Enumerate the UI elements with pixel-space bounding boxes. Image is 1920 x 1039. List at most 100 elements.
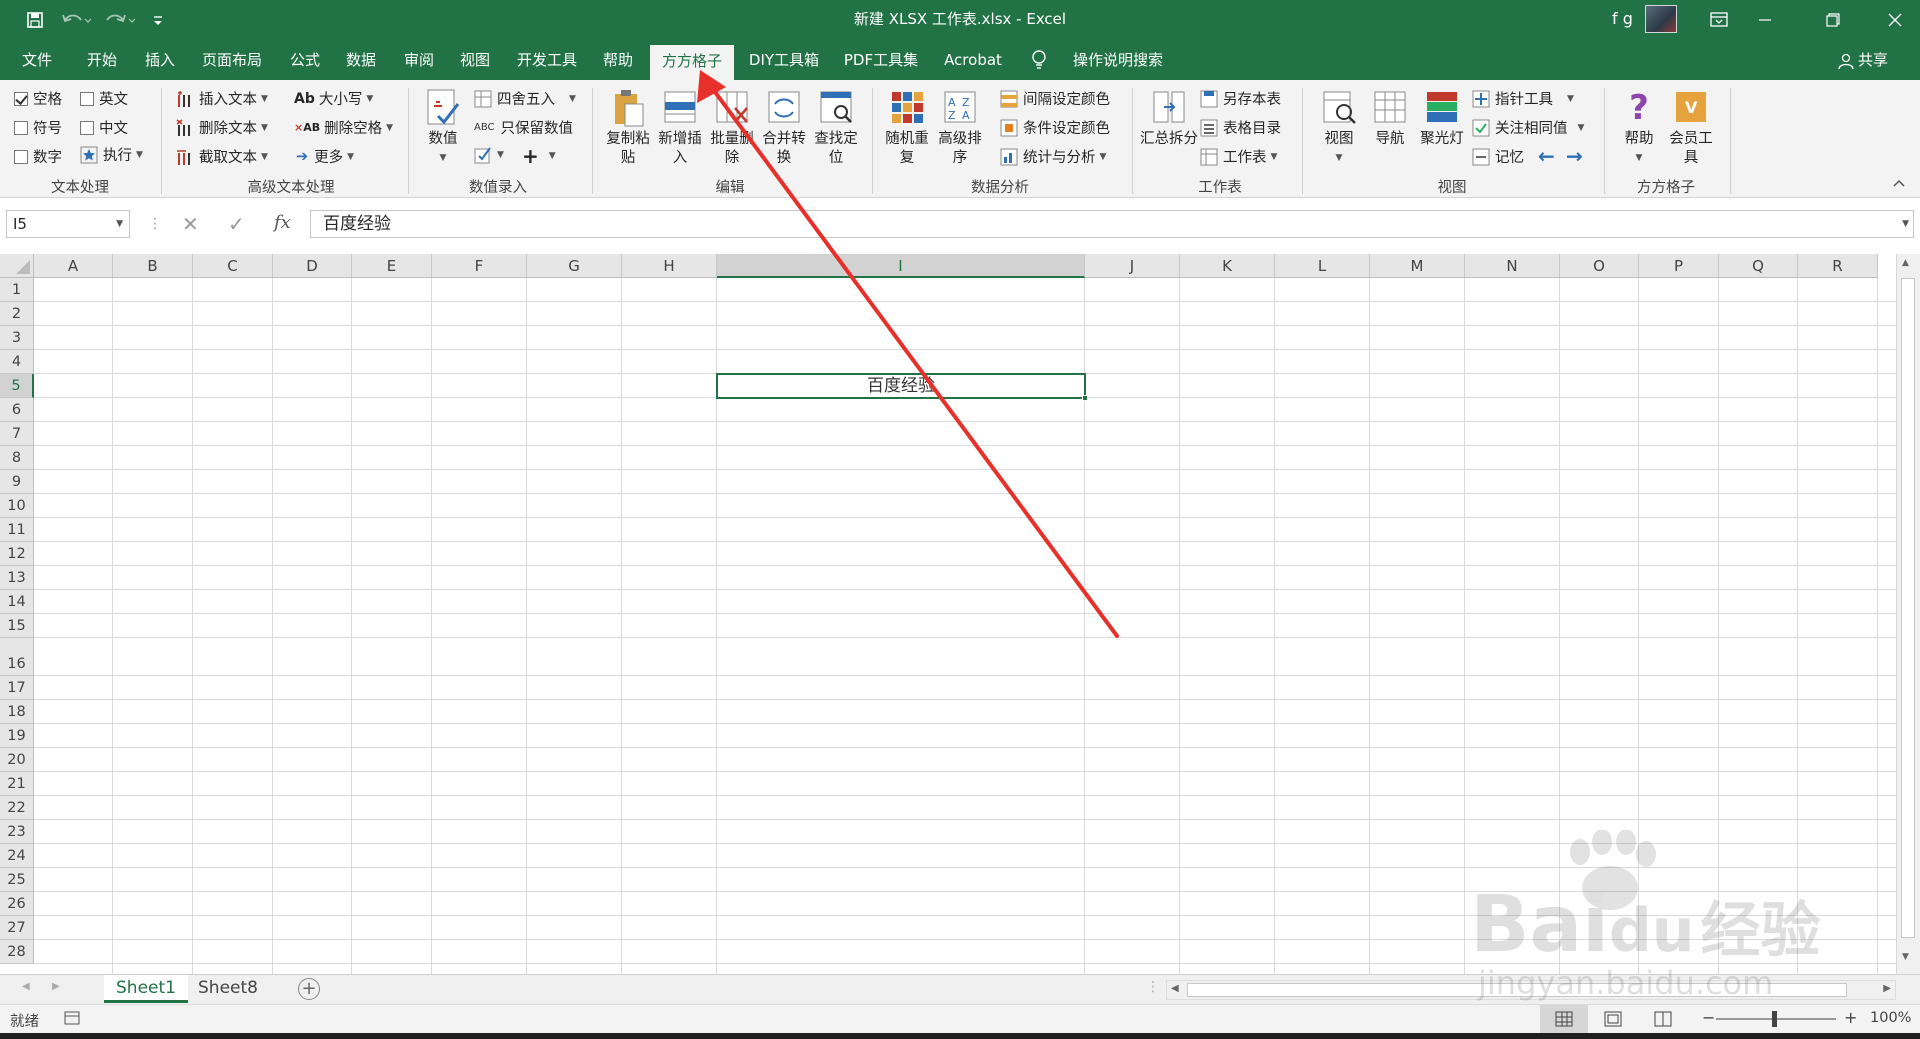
row-header-25[interactable]: 25 bbox=[0, 868, 34, 892]
ribbon-display-options-icon[interactable] bbox=[1696, 0, 1742, 40]
condition-color-button[interactable]: 条件设定颜色 bbox=[1000, 117, 1110, 138]
execute-button[interactable]: 执行 ▼ bbox=[80, 144, 143, 165]
fill-handle[interactable] bbox=[1082, 395, 1088, 401]
close-icon[interactable] bbox=[1872, 0, 1918, 40]
stats-analysis-button[interactable]: 统计与分析 ▼ bbox=[1000, 146, 1106, 167]
tab-review[interactable]: 审阅 bbox=[394, 40, 444, 80]
enter-icon[interactable]: ✓ bbox=[228, 212, 245, 236]
scroll-down-icon[interactable]: ▼ bbox=[1902, 952, 1909, 962]
scroll-thumb[interactable] bbox=[1901, 278, 1915, 938]
select-all-corner[interactable] bbox=[0, 254, 34, 278]
horizontal-scrollbar[interactable]: ◀ ▶ bbox=[1166, 980, 1896, 1000]
tab-insert[interactable]: 插入 bbox=[134, 40, 186, 80]
lightbulb-icon[interactable] bbox=[1030, 40, 1050, 80]
tab-data[interactable]: 数据 bbox=[336, 40, 386, 80]
round-button[interactable]: 四舍五入 ▼ bbox=[474, 88, 576, 109]
row-header-8[interactable]: 8 bbox=[0, 446, 34, 470]
spreadsheet-grid[interactable]: ABCDEFGHIJKLMNOPQR 1 2 3 4 5 6 7 8 9 10 11 12 13 14 15… bbox=[0, 254, 1920, 974]
hscroll-divider-icon[interactable]: ⋮ bbox=[1146, 979, 1160, 995]
selected-cell-i5[interactable]: 百度经验 bbox=[716, 373, 1088, 401]
column-header-j[interactable]: J bbox=[1085, 254, 1180, 278]
row-header-22[interactable]: 22 bbox=[0, 796, 34, 820]
row-header-3[interactable]: 3 bbox=[0, 326, 34, 350]
avatar[interactable] bbox=[1645, 5, 1677, 33]
row-header-15[interactable]: 15 bbox=[0, 614, 34, 638]
row-header-19[interactable]: 19 bbox=[0, 724, 34, 748]
undo-icon[interactable] bbox=[56, 6, 96, 34]
extract-text-button[interactable]: 截取文本 ▼ bbox=[176, 146, 268, 167]
tab-ffgz[interactable]: 方方格子 bbox=[650, 45, 734, 80]
name-box[interactable]: I5 ▼ bbox=[6, 210, 130, 238]
tab-file[interactable]: 文件 bbox=[10, 40, 64, 80]
row-header-5[interactable]: 5 bbox=[0, 374, 34, 398]
column-header-a[interactable]: A bbox=[34, 254, 113, 278]
worksheet-button[interactable]: 工作表 ▼ bbox=[1200, 146, 1277, 167]
batch-delete-button[interactable]: 批量删除 bbox=[706, 88, 758, 168]
row-header-27[interactable]: 27 bbox=[0, 916, 34, 940]
row-header-18[interactable]: 18 bbox=[0, 700, 34, 724]
tab-help[interactable]: 帮助 bbox=[592, 40, 644, 80]
row-header-2[interactable]: 2 bbox=[0, 302, 34, 326]
row-header-6[interactable]: 6 bbox=[0, 398, 34, 422]
add-button[interactable]: + ▼ bbox=[522, 144, 556, 168]
redo-icon[interactable] bbox=[100, 6, 140, 34]
checkbox-english-box[interactable] bbox=[80, 91, 94, 106]
row-header-17[interactable]: 17 bbox=[0, 676, 34, 700]
row-header-23[interactable]: 23 bbox=[0, 820, 34, 844]
summary-split-button[interactable]: 汇总拆分 bbox=[1140, 88, 1198, 149]
more-button[interactable]: ➔ 更多 ▼ bbox=[296, 146, 354, 167]
tab-diy-toolbox[interactable]: DIY工具箱 bbox=[740, 40, 828, 80]
insert-text-button[interactable]: 插入文本 ▼ bbox=[176, 88, 268, 109]
checkbox-space[interactable]: 空格 bbox=[14, 88, 62, 109]
zoom-slider-thumb[interactable] bbox=[1772, 1011, 1777, 1027]
case-button[interactable]: Ab 大小写 ▼ bbox=[294, 88, 373, 109]
cancel-icon[interactable]: ✕ bbox=[182, 212, 199, 236]
row-header-24[interactable]: 24 bbox=[0, 844, 34, 868]
insert-function-icon[interactable]: fx bbox=[274, 212, 291, 233]
tab-acrobat[interactable]: Acrobat bbox=[936, 40, 1010, 80]
row-header-21[interactable]: 21 bbox=[0, 772, 34, 796]
column-header-b[interactable]: B bbox=[113, 254, 193, 278]
save-sheet-button[interactable]: 另存本表 bbox=[1200, 88, 1281, 109]
delete-space-button[interactable]: ×AB 删除空格 ▼ bbox=[294, 117, 393, 138]
tab-home[interactable]: 开始 bbox=[76, 40, 128, 80]
row-header-11[interactable]: 11 bbox=[0, 518, 34, 542]
delete-text-button[interactable]: 删除文本 ▼ bbox=[176, 117, 268, 138]
forward-arrow-icon[interactable]: → bbox=[1566, 144, 1583, 168]
hscroll-left-icon[interactable]: ◀ bbox=[1171, 983, 1179, 994]
column-header-p[interactable]: P bbox=[1639, 254, 1719, 278]
page-layout-view-icon[interactable] bbox=[1604, 1011, 1622, 1027]
add-sheet-icon[interactable]: + bbox=[298, 978, 320, 1000]
follow-same-button[interactable]: 关注相同值 ▼ bbox=[1472, 117, 1584, 138]
formula-input[interactable]: 百度经验 ▼ bbox=[310, 210, 1914, 238]
sheet-tab-sheet1[interactable]: Sheet1 bbox=[104, 975, 188, 1003]
tab-page-layout[interactable]: 页面布局 bbox=[196, 40, 268, 80]
pointer-tool-button[interactable]: 指针工具 ▼ bbox=[1472, 88, 1574, 109]
row-header-12[interactable]: 12 bbox=[0, 542, 34, 566]
checkbox-symbol[interactable]: 符号 bbox=[14, 117, 62, 138]
scroll-up-icon[interactable]: ▲ bbox=[1902, 258, 1909, 268]
navigation-button[interactable]: 导航 bbox=[1366, 88, 1414, 149]
macro-record-icon[interactable] bbox=[64, 1011, 80, 1025]
checkbox-chinese-box[interactable] bbox=[80, 120, 94, 135]
sheet-tab-sheet8[interactable]: Sheet8 bbox=[186, 975, 270, 1003]
row-header-14[interactable]: 14 bbox=[0, 590, 34, 614]
tab-developer[interactable]: 开发工具 bbox=[510, 40, 584, 80]
column-header-h[interactable]: H bbox=[622, 254, 717, 278]
help-button[interactable]: ? 帮助 ▼ bbox=[1614, 88, 1664, 168]
zoom-out-icon[interactable]: − bbox=[1702, 1008, 1715, 1027]
zoom-slider[interactable] bbox=[1716, 1011, 1836, 1027]
column-header-o[interactable]: O bbox=[1560, 254, 1639, 278]
user-name[interactable]: f g bbox=[1612, 9, 1633, 28]
tell-me-search[interactable]: 操作说明搜索 bbox=[1064, 40, 1172, 80]
find-locate-button[interactable]: 查找定位 bbox=[810, 88, 862, 168]
column-header-d[interactable]: D bbox=[273, 254, 352, 278]
vertical-scrollbar[interactable]: ▲ ▼ bbox=[1896, 254, 1920, 974]
checkbox-english[interactable]: 英文 bbox=[80, 88, 128, 109]
column-header-q[interactable]: Q bbox=[1719, 254, 1798, 278]
row-header-20[interactable]: 20 bbox=[0, 748, 34, 772]
random-repeat-button[interactable]: 随机重复 bbox=[880, 88, 934, 168]
expand-formula-icon[interactable]: ▼ bbox=[1902, 211, 1909, 237]
member-tools-button[interactable]: V 会员工具 bbox=[1666, 88, 1716, 168]
sheet-next-icon[interactable]: ▶ bbox=[52, 981, 60, 992]
